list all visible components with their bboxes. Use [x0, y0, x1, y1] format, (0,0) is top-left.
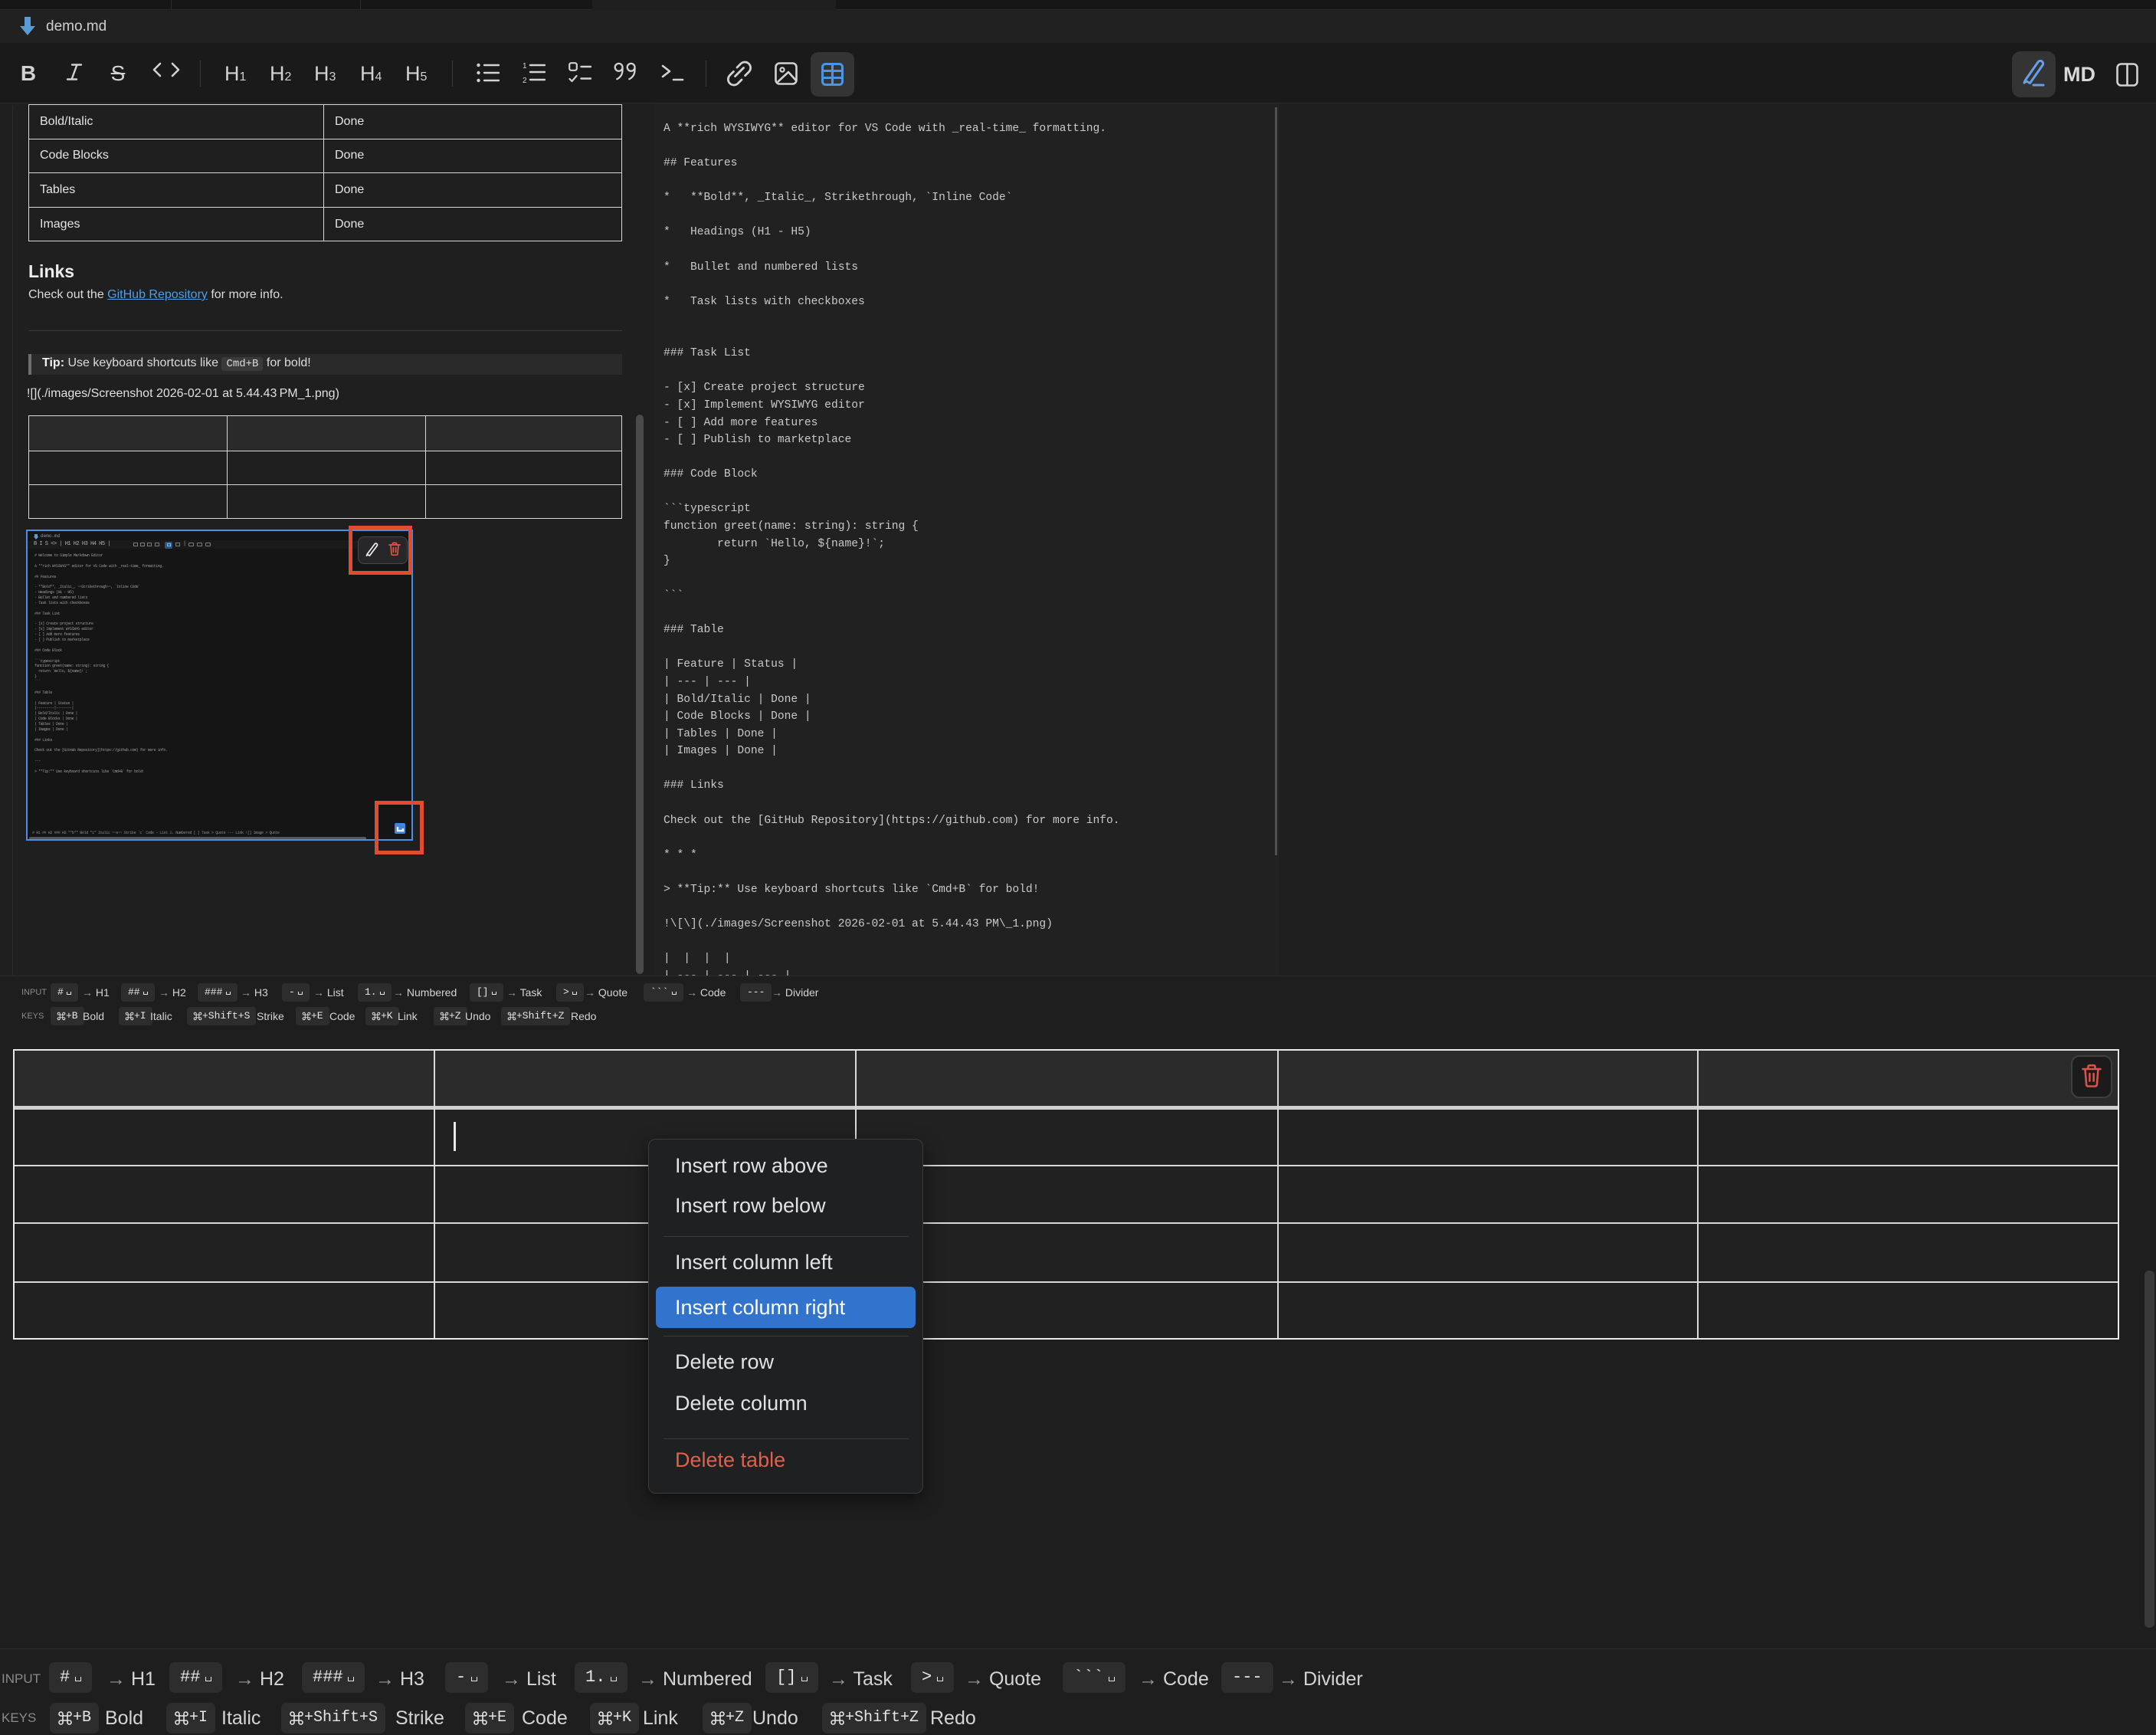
svg-text:1: 1: [523, 62, 527, 71]
svg-text:2: 2: [523, 77, 527, 84]
